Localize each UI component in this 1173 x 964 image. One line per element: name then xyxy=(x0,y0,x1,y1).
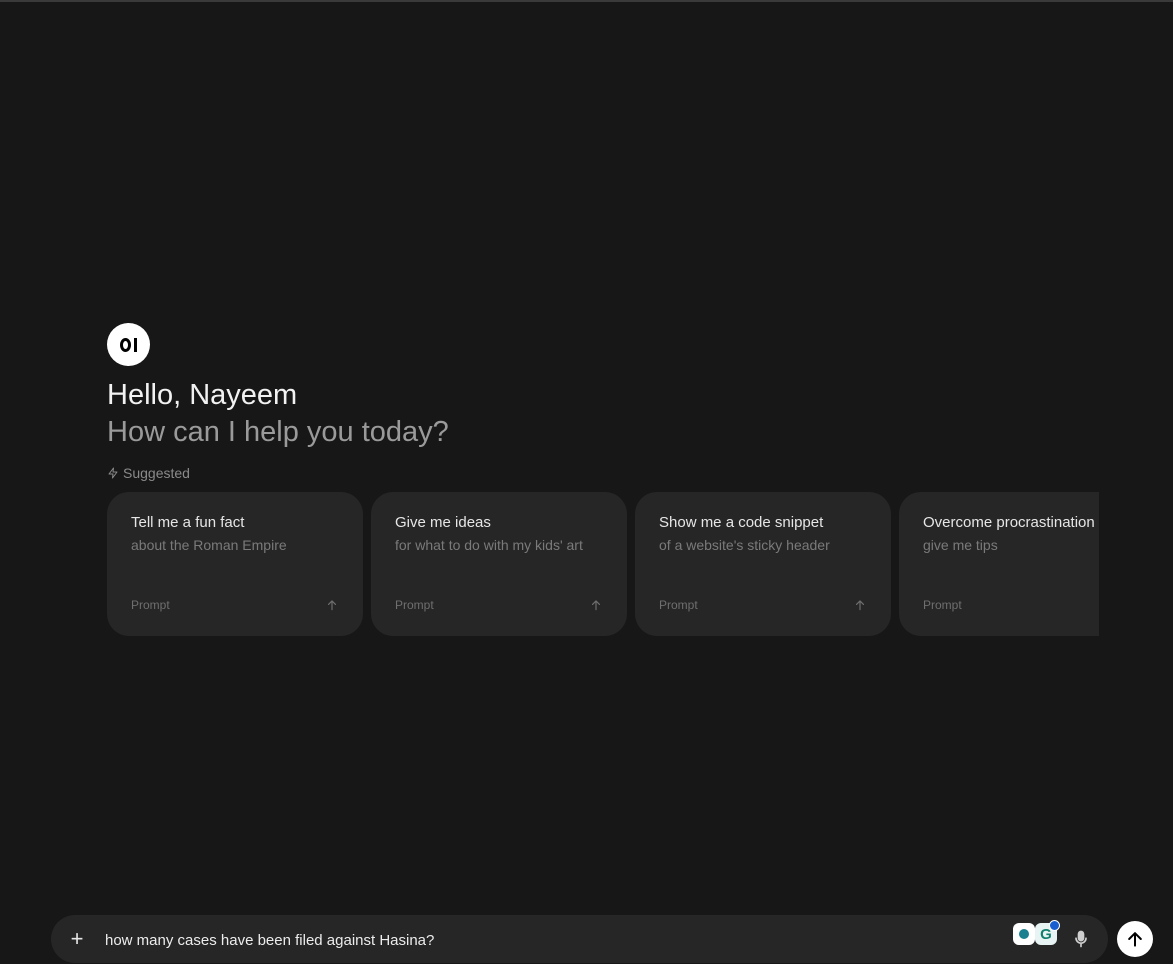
extension-icon[interactable] xyxy=(1013,923,1035,945)
card-prompt-label: Prompt xyxy=(923,598,962,612)
plus-icon[interactable]: + xyxy=(67,928,87,950)
notification-badge xyxy=(1049,920,1060,931)
arrow-up-icon xyxy=(1128,932,1142,947)
suggestion-card-ideas[interactable]: Give me ideas for what to do with my kid… xyxy=(371,492,627,636)
card-title: Overcome procrastination xyxy=(923,514,1095,531)
card-title: Show me a code snippet xyxy=(659,514,824,531)
message-input[interactable] xyxy=(103,927,1007,953)
arrow-up-icon xyxy=(853,598,867,612)
window-top-border xyxy=(0,0,1173,2)
card-prompt-label: Prompt xyxy=(659,598,698,612)
greeting-subtitle: How can I help you today? xyxy=(107,416,449,448)
card-subtitle: of a website's sticky header xyxy=(659,537,830,553)
app-logo-icon xyxy=(107,323,150,366)
card-subtitle: for what to do with my kids' art xyxy=(395,537,583,553)
arrow-up-icon xyxy=(589,598,603,612)
card-title: Give me ideas xyxy=(395,514,491,531)
message-input-bar: + G xyxy=(51,915,1108,963)
bolt-icon xyxy=(108,467,118,479)
greeting-heading: Hello, Nayeem xyxy=(107,379,298,411)
welcome-section: Hello, Nayeem How can I help you today? xyxy=(107,323,449,451)
extension-icons: G xyxy=(1013,920,1060,947)
send-button[interactable] xyxy=(1117,921,1153,957)
suggestion-card-fun-fact[interactable]: Tell me a fun fact about the Roman Empir… xyxy=(107,492,363,636)
suggestion-card-procrastination[interactable]: Overcome procrastination give me tips Pr… xyxy=(899,492,1099,636)
card-prompt-label: Prompt xyxy=(395,598,434,612)
suggestion-card-code-snippet[interactable]: Show me a code snippet of a website's st… xyxy=(635,492,891,636)
microphone-icon[interactable] xyxy=(1071,929,1091,949)
suggested-text: Suggested xyxy=(123,465,190,481)
suggestion-cards: Tell me a fun fact about the Roman Empir… xyxy=(107,492,1099,636)
card-subtitle: give me tips xyxy=(923,537,998,553)
arrow-up-icon xyxy=(325,598,339,612)
suggested-label: Suggested xyxy=(107,465,190,481)
card-title: Tell me a fun fact xyxy=(131,514,245,531)
card-prompt-label: Prompt xyxy=(131,598,170,612)
card-subtitle: about the Roman Empire xyxy=(131,537,287,553)
